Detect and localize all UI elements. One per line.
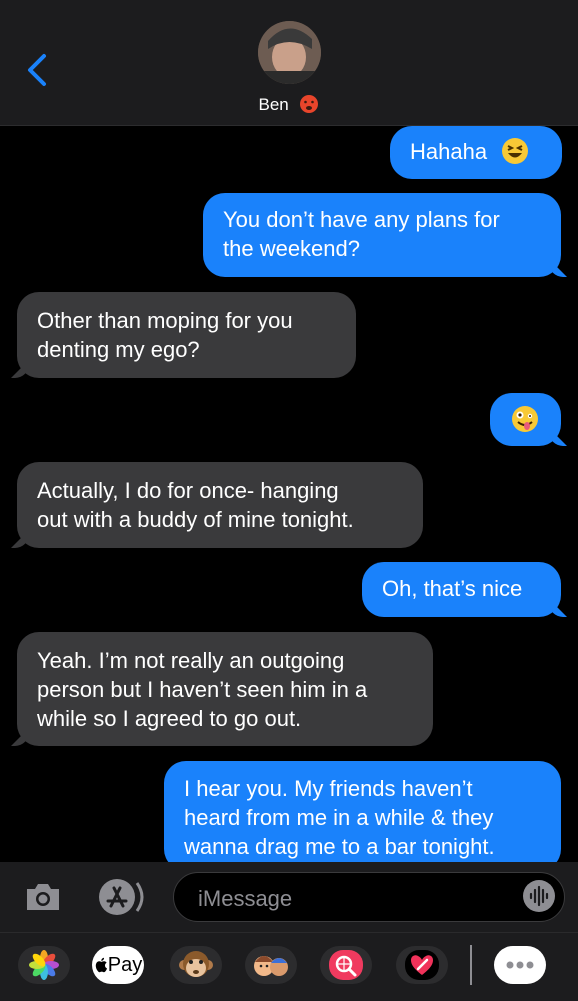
composer-bar: iMessage xyxy=(0,862,578,932)
message-input-placeholder: iMessage xyxy=(198,886,293,911)
drawer-divider xyxy=(470,945,472,985)
message-text: Hahaha xyxy=(410,139,488,164)
conversation-header: Ben xyxy=(0,0,578,126)
apple-logo-icon xyxy=(95,957,107,973)
avatar[interactable] xyxy=(258,21,321,84)
grinning-squinting-face-emoji-icon xyxy=(502,138,529,164)
apple-pay-app-icon[interactable]: Pay xyxy=(92,946,144,984)
message-bubble-outgoing[interactable]: I hear you. My friends haven’t heard fro… xyxy=(164,761,561,871)
message-bubble-incoming[interactable]: Actually, I do for once- hanging out wit… xyxy=(17,462,423,548)
message-text: Other than moping for you denting my ego… xyxy=(37,308,293,362)
message-text: I hear you. My friends haven’t heard fro… xyxy=(184,776,495,859)
zany-face-emoji-icon xyxy=(512,406,538,432)
message-text: Oh, that’s nice xyxy=(382,576,523,601)
animoji-monkey-icon[interactable] xyxy=(170,946,222,984)
contact-name-row[interactable]: Ben xyxy=(0,94,578,115)
back-chevron-icon[interactable] xyxy=(24,50,54,90)
message-bubble-incoming[interactable]: Other than moping for you denting my ego… xyxy=(17,292,356,378)
more-apps-icon[interactable] xyxy=(494,946,546,984)
app-store-icon[interactable] xyxy=(97,877,149,917)
app-drawer: Pay xyxy=(0,932,578,1001)
digital-touch-icon[interactable] xyxy=(396,946,448,984)
apple-pay-label: Pay xyxy=(107,953,143,976)
contact-name: Ben xyxy=(258,95,289,114)
message-bubble-outgoing[interactable]: Hahaha xyxy=(390,126,562,179)
message-bubble-outgoing[interactable]: Oh, that’s nice xyxy=(362,562,561,617)
audio-waveform-icon[interactable] xyxy=(522,879,556,913)
message-text: You don’t have any plans for the weekend… xyxy=(223,207,500,261)
message-bubble-outgoing-emoji[interactable] xyxy=(490,393,561,446)
message-bubble-incoming[interactable]: Yeah. I’m not really an outgoing person … xyxy=(17,632,433,746)
image-search-icon[interactable] xyxy=(320,946,372,984)
photos-app-icon[interactable] xyxy=(18,946,70,984)
hot-face-emoji-icon xyxy=(300,95,319,113)
message-text: Actually, I do for once- hanging out wit… xyxy=(37,478,354,532)
memoji-icon[interactable] xyxy=(245,946,297,984)
camera-icon[interactable] xyxy=(24,881,62,913)
message-bubble-outgoing[interactable]: You don’t have any plans for the weekend… xyxy=(203,193,561,277)
message-input[interactable]: iMessage xyxy=(173,872,565,922)
message-text: Yeah. I’m not really an outgoing person … xyxy=(37,648,368,731)
